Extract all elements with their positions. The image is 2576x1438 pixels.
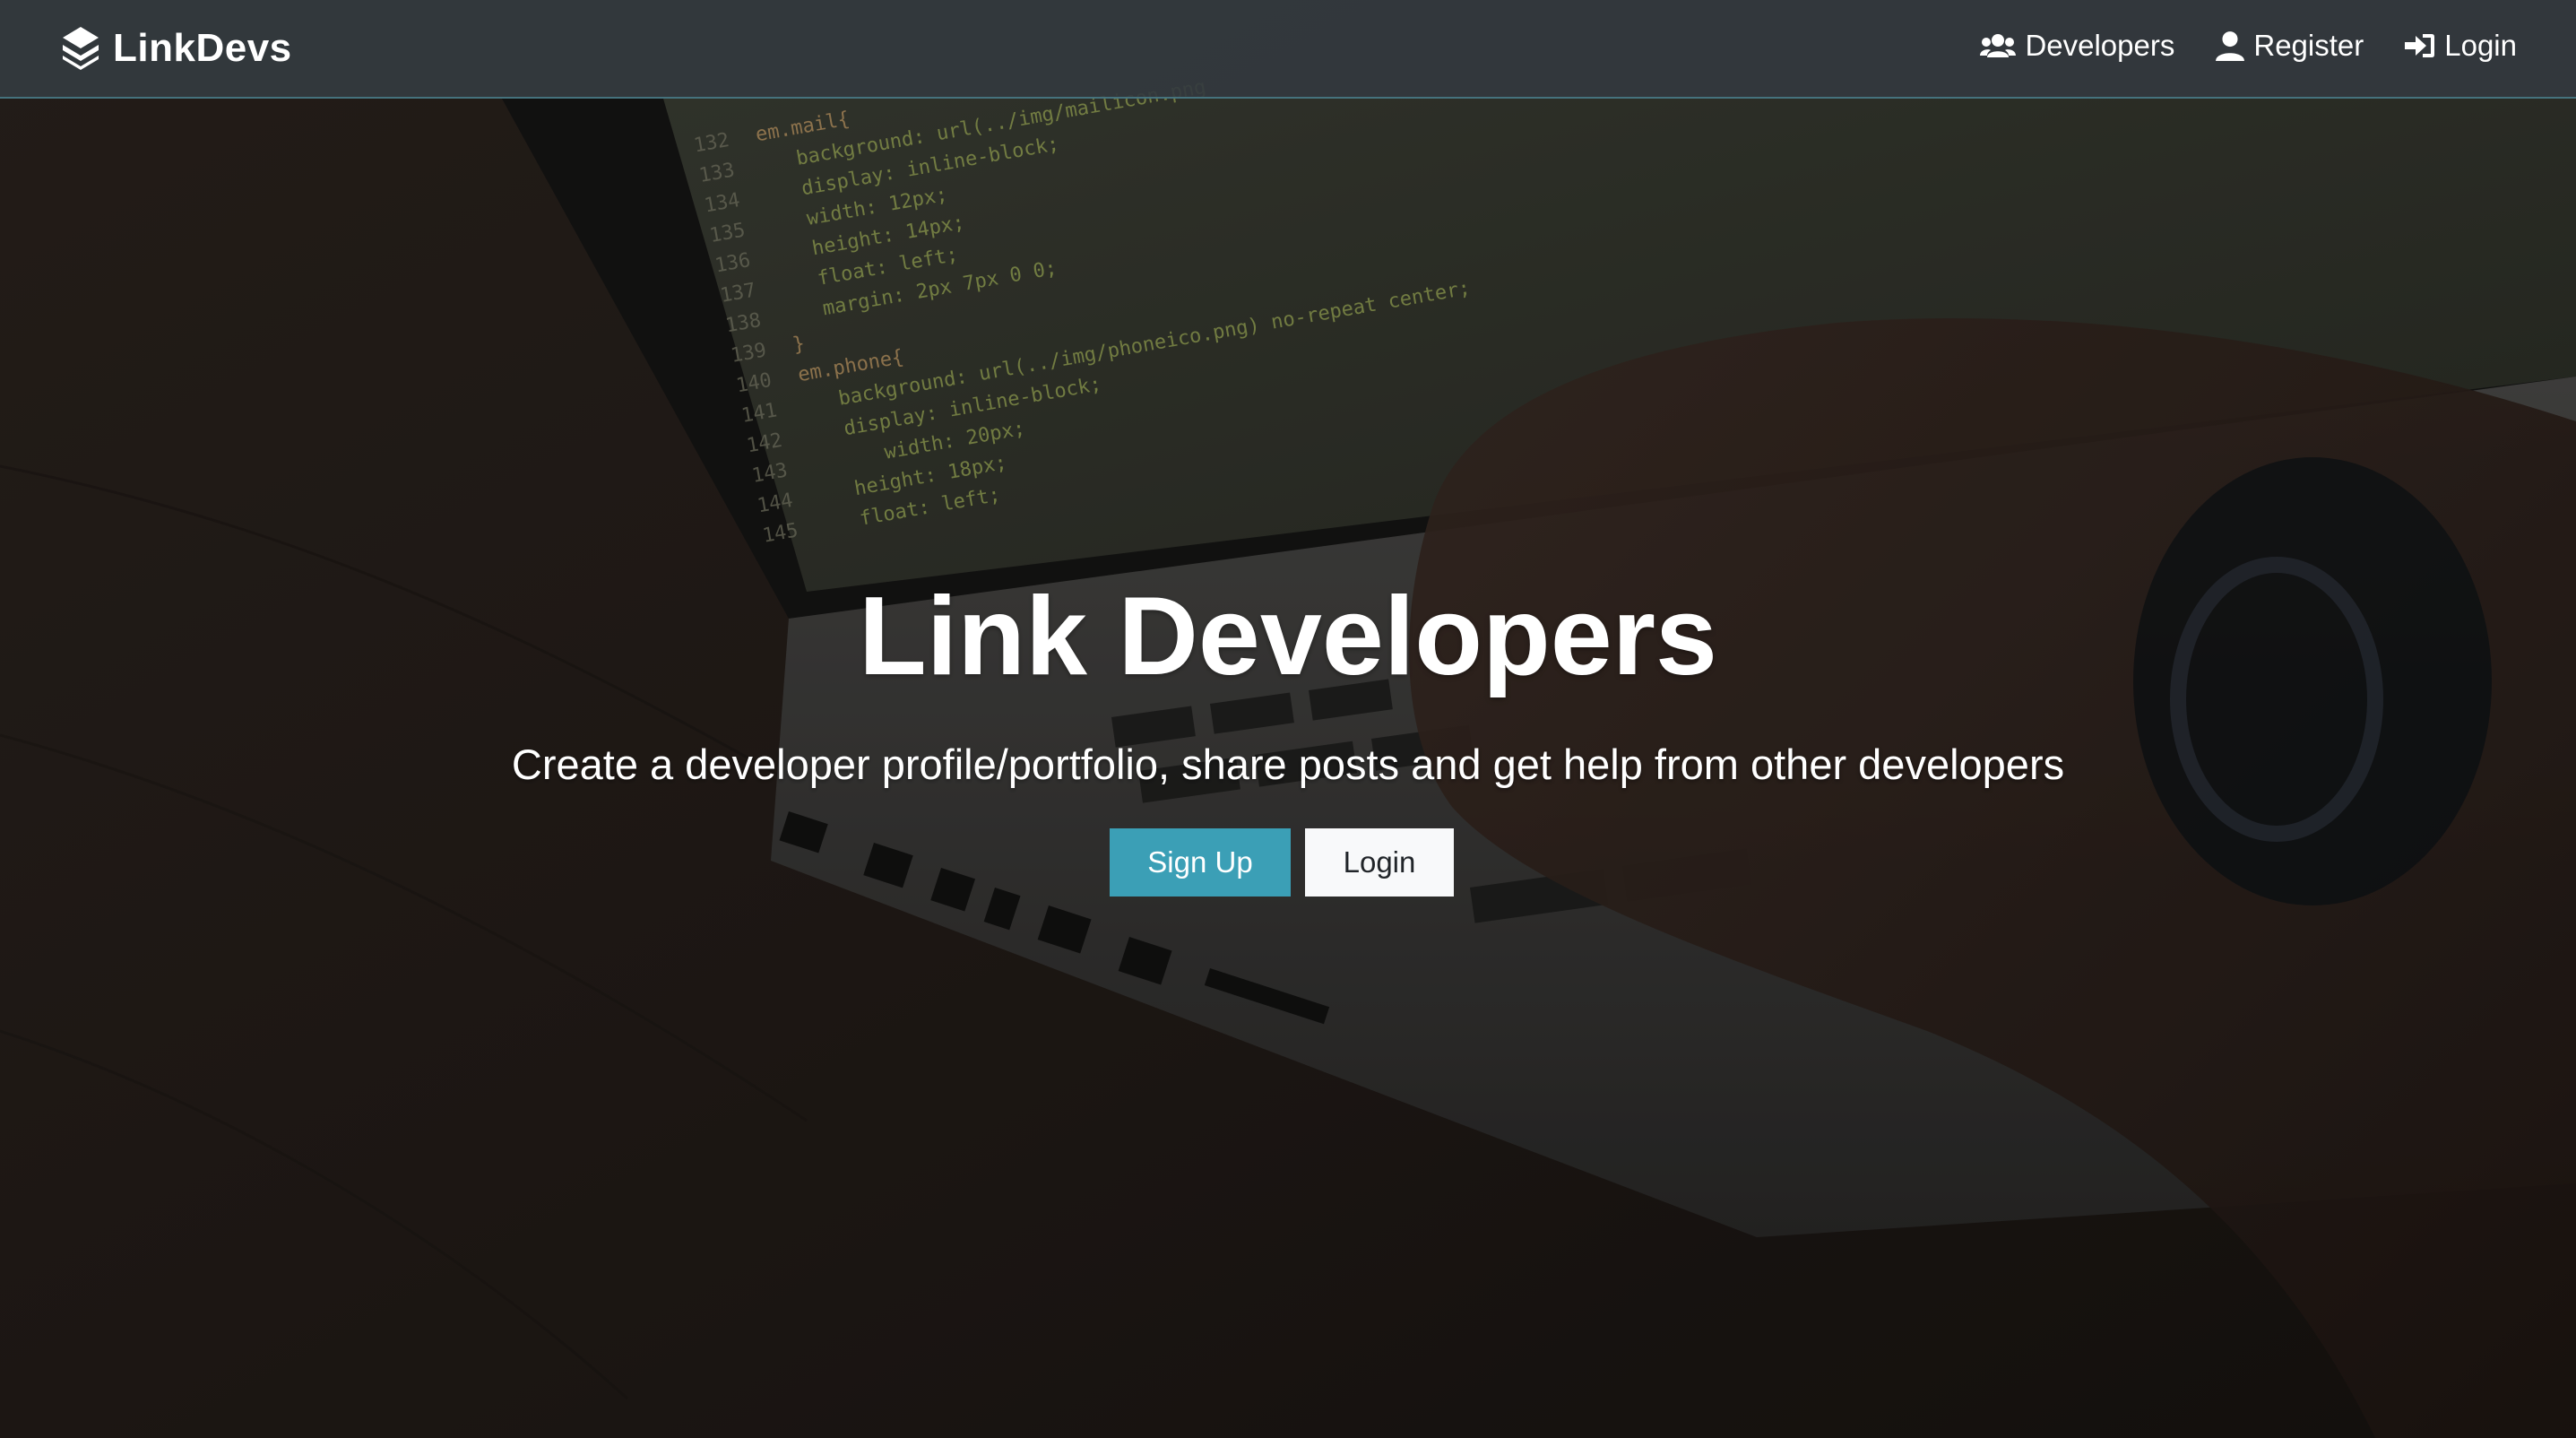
login-button[interactable]: Login (1305, 828, 1454, 897)
nav-login-label: Login (2444, 29, 2517, 62)
user-icon (2216, 31, 2245, 61)
top-navbar: LinkDevs Developers Register Login (0, 0, 2576, 99)
nav-register-label: Register (2253, 29, 2364, 62)
nav-links: Developers Register Login (1939, 23, 2517, 68)
users-icon (1980, 34, 2017, 57)
logo-icon (63, 27, 99, 70)
hero-title: Link Developers (859, 575, 1717, 698)
nav-register-link[interactable]: Register (2216, 23, 2364, 68)
nav-login-link[interactable]: Login (2405, 23, 2517, 68)
nav-developers-link[interactable]: Developers (1980, 23, 2174, 68)
nav-developers-label: Developers (2025, 29, 2175, 62)
brand-link[interactable]: LinkDevs (59, 20, 292, 77)
signup-button[interactable]: Sign Up (1110, 828, 1291, 897)
brand-name: LinkDevs (113, 26, 292, 70)
sign-in-icon (2405, 34, 2435, 57)
hero-subtitle: Create a developer profile/portfolio, sh… (511, 741, 2065, 788)
hero-background: 132 em.mail{ 133 background: url(../img/ma… (0, 0, 2576, 1438)
